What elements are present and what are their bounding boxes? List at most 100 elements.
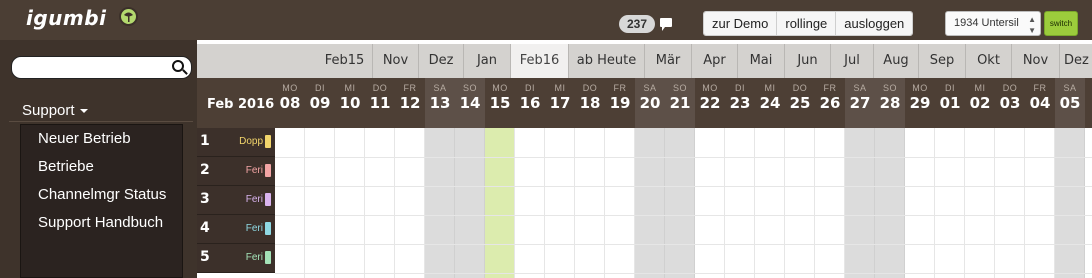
day-header[interactable]: DI 16: [515, 78, 545, 128]
rollinge-button[interactable]: rollinge: [777, 12, 837, 35]
month-tab-aug[interactable]: Aug: [874, 44, 919, 78]
day-column[interactable]: [425, 128, 455, 278]
day-column[interactable]: [665, 128, 695, 278]
day-column[interactable]: [275, 128, 305, 278]
day-column[interactable]: [1025, 128, 1055, 278]
day-number-label: 21: [669, 94, 691, 112]
day-header[interactable]: MO 22: [695, 78, 725, 128]
day-column[interactable]: [635, 128, 665, 278]
month-tab-jul[interactable]: Jul: [831, 44, 874, 78]
day-column[interactable]: [365, 128, 395, 278]
day-column[interactable]: [935, 128, 965, 278]
day-column[interactable]: [755, 128, 785, 278]
day-header[interactable]: SA 27: [845, 78, 875, 128]
room-row-label[interactable]: 4 Feri: [197, 215, 275, 244]
day-header[interactable]: DO 11: [365, 78, 395, 128]
day-number-label: 02: [969, 94, 991, 112]
month-tab-dez-2[interactable]: Dez: [1060, 44, 1092, 78]
day-header[interactable]: FR 26: [815, 78, 845, 128]
month-tab-feb15[interactable]: Feb15: [317, 44, 373, 78]
day-header[interactable]: MI 24: [755, 78, 785, 128]
menu-item-neuer-betrieb[interactable]: Neuer Betrieb: [21, 125, 182, 153]
logout-button[interactable]: ausloggen: [836, 12, 913, 35]
day-header[interactable]: FR 12: [395, 78, 425, 128]
day-column[interactable]: [725, 128, 755, 278]
day-header[interactable]: MI 17: [545, 78, 575, 128]
today-column[interactable]: [485, 128, 515, 278]
day-column[interactable]: [305, 128, 335, 278]
day-column[interactable]: [515, 128, 545, 278]
day-header[interactable]: SO 14: [455, 78, 485, 128]
day-header[interactable]: SA 20: [635, 78, 665, 128]
month-tab-dez[interactable]: Dez: [419, 44, 464, 78]
day-header[interactable]: DI 23: [725, 78, 755, 128]
support-dropdown-toggle[interactable]: Support: [22, 102, 88, 119]
day-header[interactable]: MO 08: [275, 78, 305, 128]
day-column[interactable]: [1055, 128, 1085, 278]
notification-count-badge[interactable]: 237: [619, 15, 655, 33]
day-column[interactable]: [695, 128, 725, 278]
day-column[interactable]: [905, 128, 935, 278]
day-column[interactable]: [845, 128, 875, 278]
search-input[interactable]: [11, 56, 192, 79]
day-column[interactable]: [605, 128, 635, 278]
month-tab-nov-2[interactable]: Nov: [1012, 44, 1060, 78]
month-tab-nov[interactable]: Nov: [373, 44, 419, 78]
day-column[interactable]: [965, 128, 995, 278]
month-tab-jan[interactable]: Jan: [464, 44, 511, 78]
day-column[interactable]: [785, 128, 815, 278]
demo-button[interactable]: zur Demo: [704, 12, 778, 35]
day-of-week-label: SA: [1063, 83, 1077, 93]
day-header[interactable]: DI 09: [305, 78, 335, 128]
day-header[interactable]: FR 19: [605, 78, 635, 128]
month-tab-feb16[interactable]: Feb16: [511, 44, 569, 78]
day-header[interactable]: MO 15: [485, 78, 515, 128]
menu-item-channelmgr-status[interactable]: Channelmgr Status: [21, 181, 182, 209]
search-icon[interactable]: [172, 60, 184, 72]
switch-button[interactable]: switch: [1044, 11, 1078, 36]
day-header[interactable]: SA 05: [1055, 78, 1085, 128]
day-header[interactable]: MI 10: [335, 78, 365, 128]
calendar-month-label: Feb 2016: [207, 97, 275, 112]
day-header[interactable]: DI 01: [935, 78, 965, 128]
month-tab-ab-heute[interactable]: ab Heute: [569, 44, 645, 78]
day-number-label: 23: [729, 94, 751, 112]
day-header[interactable]: MI 02: [965, 78, 995, 128]
room-row-label[interactable]: 2 Feri: [197, 157, 275, 186]
month-tab-sep[interactable]: Sep: [919, 44, 966, 78]
day-header[interactable]: SA 13: [425, 78, 455, 128]
month-tab-maer[interactable]: Mär: [645, 44, 692, 78]
month-tab-apr[interactable]: Apr: [692, 44, 738, 78]
day-header[interactable]: MO 29: [905, 78, 935, 128]
room-row-label[interactable]: 1 Dopp: [197, 128, 275, 157]
day-header[interactable]: SO 28: [875, 78, 905, 128]
day-of-week-label: MI: [554, 83, 566, 93]
day-column[interactable]: [875, 128, 905, 278]
day-header[interactable]: DO 03: [995, 78, 1025, 128]
day-column[interactable]: [575, 128, 605, 278]
room-row-label[interactable]: 5 Feri: [197, 244, 275, 273]
day-header[interactable]: DO 25: [785, 78, 815, 128]
day-column[interactable]: [545, 128, 575, 278]
room-row-label[interactable]: 3 Feri: [197, 186, 275, 215]
month-tab-jun[interactable]: Jun: [785, 44, 831, 78]
day-column[interactable]: [815, 128, 845, 278]
day-header[interactable]: SO 21: [665, 78, 695, 128]
day-column[interactable]: [455, 128, 485, 278]
day-number-label: 17: [549, 94, 571, 112]
menu-item-support-handbuch[interactable]: Support Handbuch: [21, 209, 182, 237]
room-type-label: Feri: [245, 223, 263, 234]
month-tab-okt[interactable]: Okt: [966, 44, 1012, 78]
unit-select[interactable]: 1934 Untersil ▲ ▼: [945, 11, 1041, 36]
day-header[interactable]: DO 18: [575, 78, 605, 128]
day-column[interactable]: [395, 128, 425, 278]
day-column[interactable]: [335, 128, 365, 278]
day-header[interactable]: FR 04: [1025, 78, 1055, 128]
day-column[interactable]: [995, 128, 1025, 278]
day-of-week-label: DI: [735, 83, 745, 93]
chat-icon[interactable]: [660, 18, 672, 31]
app-logo[interactable]: igumbi: [26, 6, 106, 30]
month-tab-mai[interactable]: Mai: [738, 44, 785, 78]
booking-grid[interactable]: [275, 128, 1092, 278]
menu-item-betriebe[interactable]: Betriebe: [21, 153, 182, 181]
